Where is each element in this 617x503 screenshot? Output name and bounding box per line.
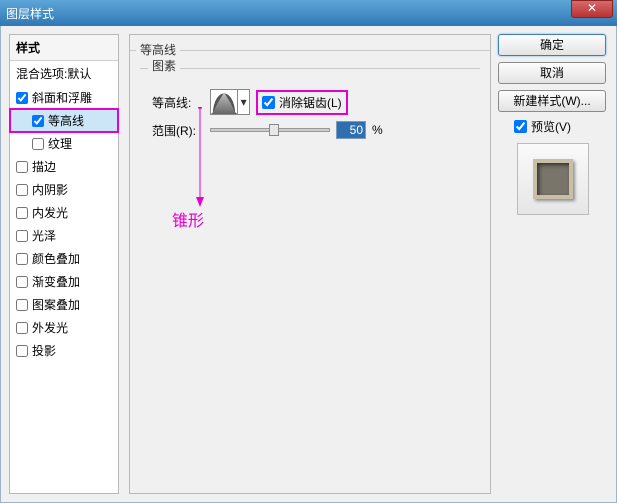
title-bar: 图层样式 ✕	[0, 0, 617, 26]
style-checkbox[interactable]	[16, 92, 28, 104]
style-label: 斜面和浮雕	[32, 89, 92, 106]
style-row-6[interactable]: 光泽	[10, 224, 118, 247]
style-label: 纹理	[48, 135, 72, 152]
style-row-7[interactable]: 颜色叠加	[10, 247, 118, 270]
ok-button[interactable]: 确定	[498, 34, 606, 56]
style-row-4[interactable]: 内阴影	[10, 178, 118, 201]
group-title: 等高线	[136, 41, 180, 58]
style-row-1[interactable]: 等高线	[10, 109, 118, 132]
style-label: 图案叠加	[32, 296, 80, 313]
preview-swatch	[533, 159, 573, 199]
style-row-2[interactable]: 纹理	[10, 132, 118, 155]
style-row-9[interactable]: 图案叠加	[10, 293, 118, 316]
style-label: 描边	[32, 158, 56, 175]
style-checkbox[interactable]	[16, 345, 28, 357]
style-row-11[interactable]: 投影	[10, 339, 118, 362]
inner-group-title: 图素	[148, 57, 180, 74]
antialias-highlight: 消除锯齿(L)	[256, 90, 348, 115]
range-input[interactable]	[336, 121, 366, 139]
antialias-label: 消除锯齿(L)	[279, 94, 342, 111]
style-row-5[interactable]: 内发光	[10, 201, 118, 224]
annotation-arrow	[190, 107, 210, 207]
style-checkbox[interactable]	[16, 184, 28, 196]
style-checkbox[interactable]	[32, 138, 44, 150]
style-checkbox[interactable]	[16, 322, 28, 334]
contour-picker[interactable]: ▾	[210, 89, 250, 115]
slider-thumb[interactable]	[269, 124, 279, 136]
style-row-3[interactable]: 描边	[10, 155, 118, 178]
style-label: 内发光	[32, 204, 68, 221]
style-label: 光泽	[32, 227, 56, 244]
preview-label: 预览(V)	[531, 118, 571, 135]
style-label: 内阴影	[32, 181, 68, 198]
style-label: 投影	[32, 342, 56, 359]
range-slider[interactable]	[210, 128, 330, 132]
style-label: 渐变叠加	[32, 273, 80, 290]
cancel-button[interactable]: 取消	[498, 62, 606, 84]
style-checkbox[interactable]	[16, 207, 28, 219]
style-label: 外发光	[32, 319, 68, 336]
window-title: 图层样式	[6, 5, 611, 22]
style-checkbox[interactable]	[16, 299, 28, 311]
style-row-8[interactable]: 渐变叠加	[10, 270, 118, 293]
style-checkbox[interactable]	[16, 230, 28, 242]
preview-checkbox[interactable]	[514, 120, 527, 133]
style-label: 颜色叠加	[32, 250, 80, 267]
style-checkbox[interactable]	[16, 253, 28, 265]
style-label: 等高线	[48, 112, 84, 129]
styles-panel: 样式 混合选项:默认 斜面和浮雕等高线纹理描边内阴影内发光光泽颜色叠加渐变叠加图…	[9, 34, 119, 494]
style-row-0[interactable]: 斜面和浮雕	[10, 86, 118, 109]
chevron-down-icon[interactable]: ▾	[238, 90, 249, 114]
new-style-button[interactable]: 新建样式(W)...	[498, 90, 606, 112]
group-box: 图素 等高线: ▾ 消除锯齿(L) 范围(R):	[130, 50, 490, 490]
antialias-checkbox[interactable]	[262, 96, 275, 109]
close-button[interactable]: ✕	[571, 0, 613, 18]
preview-thumbnail	[517, 143, 589, 215]
buttons-panel: 确定 取消 新建样式(W)... 预览(V)	[498, 34, 608, 215]
blend-options-row[interactable]: 混合选项:默认	[10, 61, 118, 86]
styles-header: 样式	[10, 35, 118, 61]
settings-panel: 等高线 图素 等高线: ▾ 消除锯齿(L) 范围(R):	[129, 34, 491, 494]
range-unit: %	[372, 123, 383, 137]
style-row-10[interactable]: 外发光	[10, 316, 118, 339]
dialog-body: 样式 混合选项:默认 斜面和浮雕等高线纹理描边内阴影内发光光泽颜色叠加渐变叠加图…	[0, 26, 617, 503]
annotation-text: 锥形	[172, 207, 204, 231]
style-checkbox[interactable]	[32, 115, 44, 127]
style-checkbox[interactable]	[16, 276, 28, 288]
style-checkbox[interactable]	[16, 161, 28, 173]
